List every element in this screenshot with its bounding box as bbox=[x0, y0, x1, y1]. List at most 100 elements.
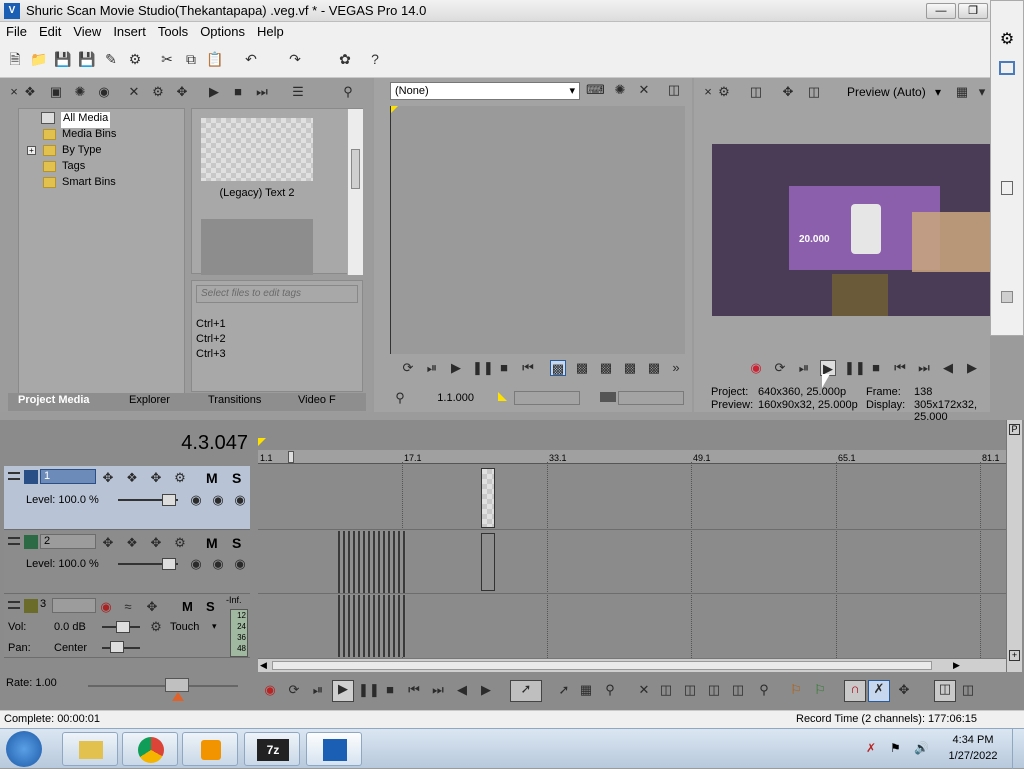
remove-icon[interactable]: ✕ bbox=[636, 82, 652, 98]
video-event-clip[interactable] bbox=[338, 531, 406, 593]
previous-frame-icon[interactable]: ◀ bbox=[454, 682, 470, 698]
add-to-timeline-after-icon[interactable]: ▩ bbox=[598, 360, 614, 376]
chevron-down-icon[interactable]: ▾ bbox=[212, 621, 217, 632]
copy-icon[interactable]: ⧉ bbox=[182, 50, 200, 68]
child-icon[interactable]: ◉ bbox=[232, 492, 248, 508]
capture-icon[interactable]: ▣ bbox=[48, 84, 64, 100]
previous-frame-icon[interactable]: ◀ bbox=[940, 360, 956, 376]
trim-icon[interactable]: ▩ bbox=[550, 360, 566, 376]
child-icon[interactable]: ◉ bbox=[232, 556, 248, 572]
zoom-tool-icon[interactable]: ⚲ bbox=[602, 682, 618, 698]
scroll-thumb[interactable] bbox=[351, 149, 360, 189]
parent-icon[interactable]: ◉ bbox=[210, 492, 226, 508]
add-to-timeline-before-icon[interactable]: ▩ bbox=[622, 360, 638, 376]
pause-icon[interactable]: ❚❚ bbox=[472, 360, 494, 376]
mute-button[interactable]: M bbox=[206, 470, 218, 486]
trimmer-view[interactable] bbox=[390, 106, 685, 354]
menu-file[interactable]: File bbox=[0, 22, 33, 41]
views-icon[interactable]: ☰ bbox=[290, 84, 306, 100]
volume-icon[interactable]: 🔊 bbox=[914, 741, 929, 755]
remove-icon[interactable]: ✕ bbox=[126, 84, 142, 100]
trim-icon[interactable]: ◫ bbox=[658, 682, 674, 698]
track-collapse-icon[interactable] bbox=[8, 601, 20, 609]
loop-icon[interactable]: ⟳ bbox=[772, 360, 788, 376]
new-icon[interactable]: 🗎 bbox=[6, 50, 24, 68]
clock-date[interactable]: 1/27/2022 bbox=[944, 750, 1002, 762]
split-icon[interactable]: ◫ bbox=[730, 682, 746, 698]
menu-options[interactable]: Options bbox=[194, 22, 251, 41]
snapping-icon[interactable]: ∩ bbox=[844, 680, 866, 702]
playhead[interactable] bbox=[288, 451, 294, 463]
tree-item-by-type[interactable]: By Type bbox=[62, 144, 102, 160]
track-lane-3[interactable] bbox=[258, 595, 1006, 658]
close-panel-icon[interactable]: × bbox=[700, 84, 716, 100]
save-icon[interactable]: 💾 bbox=[54, 50, 72, 68]
hscroll-thumb[interactable] bbox=[272, 661, 932, 670]
expand-icon[interactable]: + bbox=[27, 146, 36, 155]
media-scrollbar[interactable] bbox=[347, 109, 363, 275]
scroll-left-icon[interactable]: ◀ bbox=[260, 660, 267, 671]
gear-icon[interactable]: ⚙ bbox=[997, 29, 1017, 49]
clear-icon[interactable]: ✺ bbox=[612, 82, 628, 98]
go-to-start-icon[interactable]: ⏮ bbox=[520, 360, 536, 376]
window-icon[interactable] bbox=[999, 61, 1015, 75]
tab-explorer[interactable]: Explorer bbox=[129, 394, 170, 406]
clock-time[interactable]: 4:34 PM bbox=[948, 734, 998, 746]
show-desktop-button[interactable] bbox=[1012, 729, 1024, 769]
marker-icon[interactable]: ⚐ bbox=[788, 682, 804, 698]
tree-item-tags[interactable]: Tags bbox=[62, 160, 85, 176]
gear-icon[interactable]: ⚙ bbox=[716, 84, 732, 100]
ignore-grouping-icon[interactable]: ◫ bbox=[960, 682, 976, 698]
track-lane-1[interactable] bbox=[258, 466, 1006, 530]
help-icon[interactable]: ? bbox=[366, 50, 384, 68]
zoom-in-icon[interactable]: + bbox=[1009, 650, 1020, 661]
get-media-icon[interactable]: ✺ bbox=[72, 84, 88, 100]
normal-edit-tool-icon[interactable]: ➚ bbox=[510, 680, 542, 702]
taskbar-media-player[interactable] bbox=[182, 732, 238, 766]
external-monitor-icon[interactable]: ◫ bbox=[748, 84, 764, 100]
track-motion-icon[interactable]: ❖ bbox=[124, 535, 140, 551]
play-from-start-icon[interactable]: ⏯ bbox=[310, 682, 326, 698]
gear-icon[interactable]: ⚙ bbox=[172, 535, 188, 551]
ripple-icon[interactable]: ✥ bbox=[896, 682, 912, 698]
taskbar-explorer[interactable] bbox=[62, 732, 118, 766]
track-fx-icon[interactable]: ✥ bbox=[100, 535, 116, 551]
taskbar-vegas[interactable] bbox=[306, 732, 362, 766]
mute-button[interactable]: M bbox=[182, 599, 193, 614]
grid-icon[interactable]: ▦ bbox=[954, 84, 970, 100]
redo-icon[interactable]: ↷ bbox=[286, 50, 304, 68]
gear-icon[interactable]: ⚙ bbox=[172, 470, 188, 486]
mute-button[interactable]: M bbox=[206, 535, 218, 551]
track-fx-icon[interactable]: ✥ bbox=[144, 599, 160, 615]
pan-slider-thumb[interactable] bbox=[110, 641, 124, 653]
plugin-icon[interactable]: ✿ bbox=[336, 50, 354, 68]
properties-icon[interactable]: ⚙ bbox=[126, 50, 144, 68]
pause-icon[interactable]: ❚❚ bbox=[844, 360, 866, 376]
rate-slider[interactable] bbox=[88, 685, 238, 687]
timeline-ruler[interactable] bbox=[258, 450, 1006, 464]
solo-button[interactable]: S bbox=[206, 599, 215, 614]
taskbar-7zip[interactable]: 7z bbox=[244, 732, 300, 766]
tab-video-fx[interactable]: Video F bbox=[298, 394, 336, 406]
fit-icon[interactable]: ▩ bbox=[646, 360, 662, 376]
menu-tools[interactable]: Tools bbox=[152, 22, 194, 41]
rate-slider-thumb[interactable] bbox=[165, 678, 189, 692]
timeline-vscroll[interactable]: P + bbox=[1006, 420, 1022, 672]
out-point-field[interactable] bbox=[618, 391, 684, 405]
media-fx-icon[interactable]: ⚙ bbox=[150, 84, 166, 100]
level-slider-thumb[interactable] bbox=[162, 494, 176, 506]
play-from-start-icon[interactable]: ⏯ bbox=[424, 360, 440, 376]
play-icon[interactable]: ▶ bbox=[448, 360, 464, 376]
spellcheck-icon[interactable]: ⌨ bbox=[586, 82, 605, 98]
next-frame-icon[interactable]: ▶ bbox=[478, 682, 494, 698]
stop-icon[interactable]: ■ bbox=[230, 84, 246, 100]
go-to-start-icon[interactable]: ⏮ bbox=[406, 682, 422, 698]
tree-item-media-bins[interactable]: Media Bins bbox=[62, 128, 116, 144]
timeline-hscroll[interactable]: ◀ ▶ bbox=[258, 658, 1006, 672]
track-lane-2[interactable] bbox=[258, 531, 1006, 594]
menu-edit[interactable]: Edit bbox=[33, 22, 67, 41]
more-icon[interactable]: » bbox=[668, 360, 684, 376]
start-button[interactable] bbox=[6, 731, 42, 767]
scroll-right-icon[interactable]: ▶ bbox=[953, 660, 960, 671]
tab-transitions[interactable]: Transitions bbox=[208, 394, 261, 406]
